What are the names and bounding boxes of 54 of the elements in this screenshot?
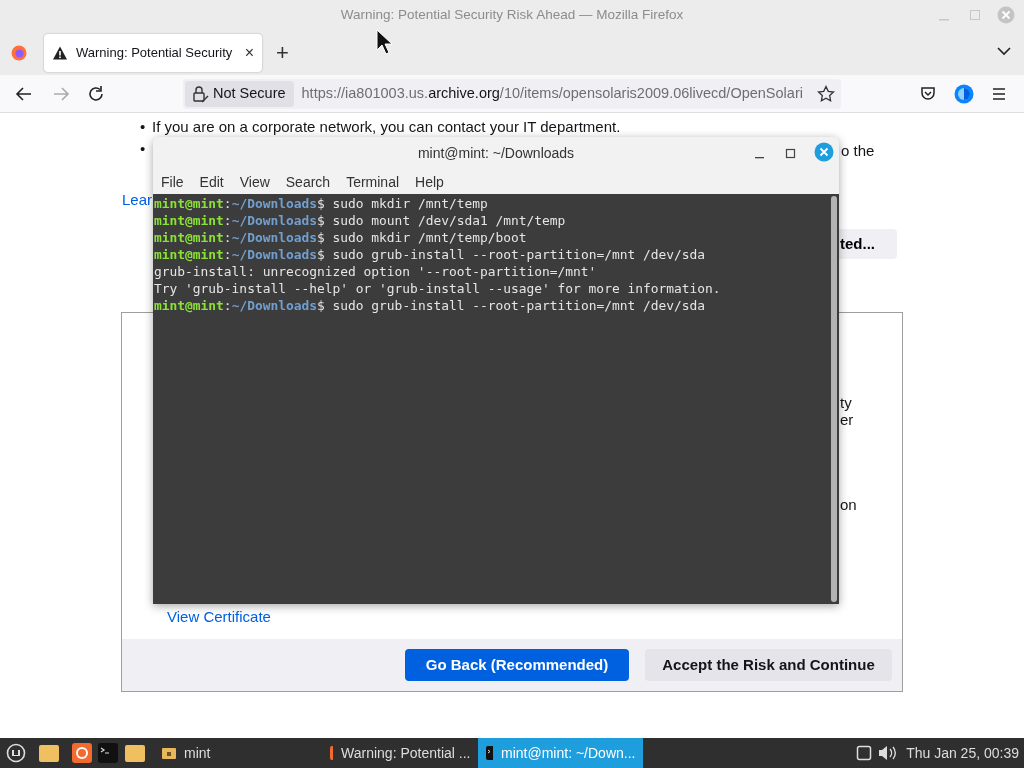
- text-fragment: o the: [841, 141, 875, 161]
- volume-icon[interactable]: [878, 745, 899, 761]
- close-tab-button[interactable]: ×: [244, 40, 254, 65]
- bullet-marker: •: [140, 117, 147, 137]
- menu-item[interactable]: File: [153, 171, 192, 193]
- go-back-button[interactable]: Go Back (Recommended): [405, 649, 629, 681]
- taskbar-item[interactable]: mint: [154, 738, 219, 768]
- terminal-line: mint@mint:~/Downloads$ sudo grub-install --root-partition=/mnt /dev/sda: [154, 297, 707, 314]
- account-icon[interactable]: [954, 84, 974, 104]
- address-bar[interactable]: Not Secure https://ia801003.us.archive.org/10/items/opensolaris2009.06livecd/OpenSolari: [183, 79, 841, 109]
- menu-item[interactable]: Terminal: [338, 171, 408, 193]
- start-menu-icon[interactable]: [6, 743, 26, 763]
- folder-icon: [162, 746, 176, 760]
- lock-icon: [191, 85, 209, 103]
- text-fragment: er: [840, 411, 854, 430]
- window-title: Warning: Potential Security Risk Ahead — Mozilla Firefox: [340, 6, 684, 24]
- terminal-line: mint@mint:~/Downloads$ sudo mount /dev/sda1 /mnt/temp: [154, 212, 567, 229]
- url-text: https://ia801003.us.archive.org/10/items/opensolaris2009.06livecd/OpenSolari: [301, 84, 804, 104]
- bullet-marker: •: [140, 139, 147, 159]
- taskbar-item[interactable]: Warning: Potential ...: [322, 738, 479, 768]
- back-icon[interactable]: [15, 86, 33, 102]
- folder-icon[interactable]: [124, 743, 146, 763]
- security-indicator[interactable]: Not Secure: [185, 81, 294, 107]
- terminal-line: mint@mint:~/Downloads$ sudo grub-install --root-partition=/mnt /dev/sda: [154, 246, 707, 263]
- menu-item[interactable]: View: [231, 171, 278, 193]
- menu-item[interactable]: Edit: [191, 171, 232, 193]
- clock[interactable]: Thu Jan 25, 00:39: [906, 742, 1019, 764]
- text-fragment: ty: [840, 393, 852, 413]
- accept-risk-button[interactable]: Accept the Risk and Continue: [645, 649, 892, 681]
- terminal-line: grub-install: unrecognized option '--root-partition=/mnt': [154, 263, 598, 280]
- menu-item[interactable]: Search: [277, 171, 339, 193]
- advanced-button[interactable]: ted...: [839, 229, 897, 259]
- menu-icon[interactable]: [991, 86, 1007, 102]
- link[interactable]: Lear: [122, 189, 153, 212]
- menu-item[interactable]: Help: [407, 171, 452, 193]
- terminal-line: Try 'grub-install --help' or 'grub-install --usage' for more information.: [154, 280, 722, 297]
- star-icon[interactable]: [817, 85, 835, 103]
- window-icon[interactable]: [856, 745, 873, 761]
- new-tab-button[interactable]: +: [276, 41, 289, 64]
- window-title: mint@mint: ~/Downloads: [417, 144, 575, 163]
- close-icon[interactable]: [814, 142, 834, 162]
- terminal-line: mint@mint:~/Downloads$ sudo mkdir /mnt/temp/boot: [154, 229, 528, 246]
- bullet-text: If you are on a corporate network, you can contact your IT department.: [152, 118, 621, 135]
- folder-icon[interactable]: [38, 743, 60, 763]
- maximize-icon[interactable]: [785, 148, 797, 160]
- reload-icon[interactable]: [87, 85, 105, 103]
- cursor-icon: [376, 29, 394, 55]
- browser-tab[interactable]: Warning: Potential Security ×: [44, 33, 262, 72]
- view-certificate-link[interactable]: View Certificate: [167, 606, 271, 629]
- terminal-line: mint@mint:~/Downloads$ sudo mkdir /mnt/temp: [154, 195, 489, 212]
- scrollbar-thumb[interactable]: [831, 196, 837, 602]
- text-fragment: on: [840, 495, 857, 515]
- pocket-icon[interactable]: [920, 86, 936, 102]
- warning-icon: [52, 44, 68, 61]
